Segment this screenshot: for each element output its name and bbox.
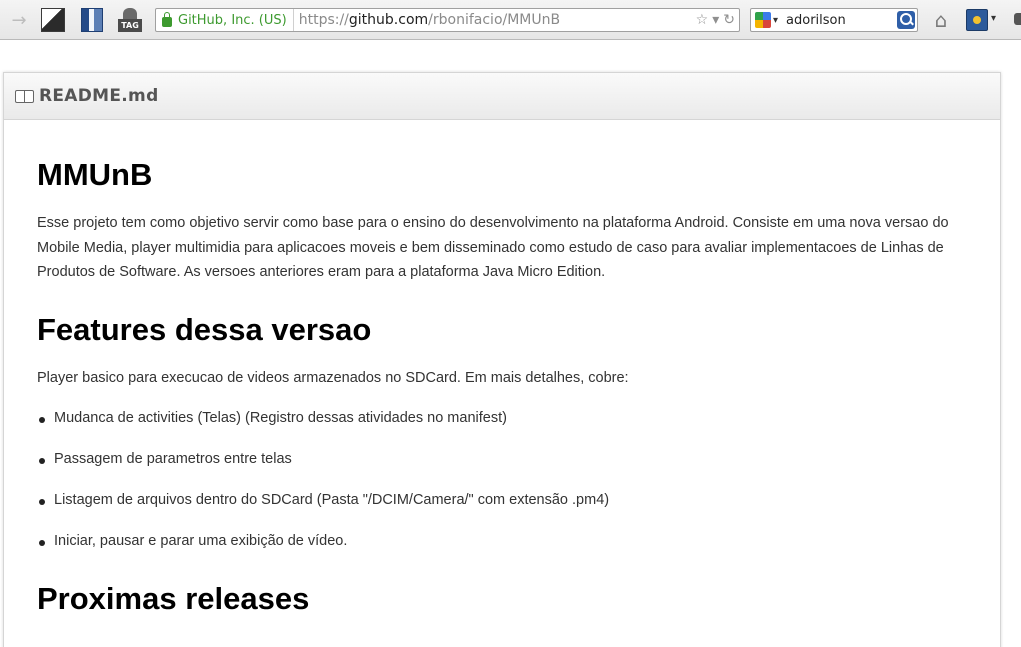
extension-dropdown-icon[interactable]: ▾	[991, 13, 996, 24]
readme-filename: README.md	[39, 86, 159, 106]
url-bar[interactable]: GitHub, Inc. (US) https://github.com/rbo…	[155, 8, 740, 32]
star-bookmark-icon[interactable]: ☆	[696, 12, 709, 28]
readme-container: README.md MMUnB Esse projeto tem como ob…	[3, 72, 1001, 647]
readme-header: README.md	[4, 73, 1000, 120]
tag-button[interactable]: TAG	[117, 7, 143, 33]
search-engine-dropdown-icon[interactable]: ▾	[773, 15, 778, 26]
intro-paragraph: Esse projeto tem como objetivo servir co…	[37, 215, 949, 280]
overflow-icon[interactable]	[1014, 13, 1021, 25]
history-dropdown-icon[interactable]: ▾	[712, 12, 719, 28]
list-item: Mudanca de activities (Telas) (Registro …	[39, 410, 507, 426]
tag-icon: TAG	[118, 8, 142, 32]
next-releases-heading: Proximas releases	[37, 581, 310, 616]
readme-title-heading: MMUnB	[37, 157, 153, 192]
bookmark-button-1[interactable]	[40, 7, 66, 33]
book-cover-icon	[81, 8, 103, 32]
forward-button[interactable]: →	[6, 7, 32, 33]
reload-icon[interactable]: ↻	[723, 12, 735, 28]
features-intro-paragraph: Player basico para execucao de videos ar…	[37, 370, 629, 386]
site-identity-label: GitHub, Inc. (US)	[178, 12, 287, 28]
extension-button[interactable]	[966, 9, 988, 31]
features-heading: Features dessa versao	[37, 312, 372, 347]
list-item: Listagem de arquivos dentro do SDCard (P…	[38, 492, 610, 508]
google-icon[interactable]	[755, 12, 771, 28]
list-item: Iniciar, pausar e parar uma exibição de …	[38, 533, 348, 549]
search-input[interactable]: adorilson	[786, 13, 897, 28]
bookmark-button-2[interactable]	[79, 7, 105, 33]
url-text[interactable]: https://github.com/rbonifacio/MMUnB	[299, 12, 696, 28]
search-icon[interactable]	[897, 11, 915, 29]
forward-arrow-icon: →	[11, 9, 27, 31]
browser-toolbar: → TAG GitHub, Inc. (US) https://github.c…	[0, 0, 1021, 40]
lock-icon	[162, 11, 172, 27]
home-button[interactable]: ⌂	[928, 8, 954, 32]
list-item: Passagem de parametros entre telas	[39, 451, 292, 467]
book-icon	[15, 90, 34, 103]
site-identity-button[interactable]: GitHub, Inc. (US)	[156, 9, 294, 31]
search-bar[interactable]: ▾ adorilson	[750, 8, 918, 32]
home-icon: ⌂	[934, 8, 948, 32]
window-icon	[41, 8, 65, 32]
